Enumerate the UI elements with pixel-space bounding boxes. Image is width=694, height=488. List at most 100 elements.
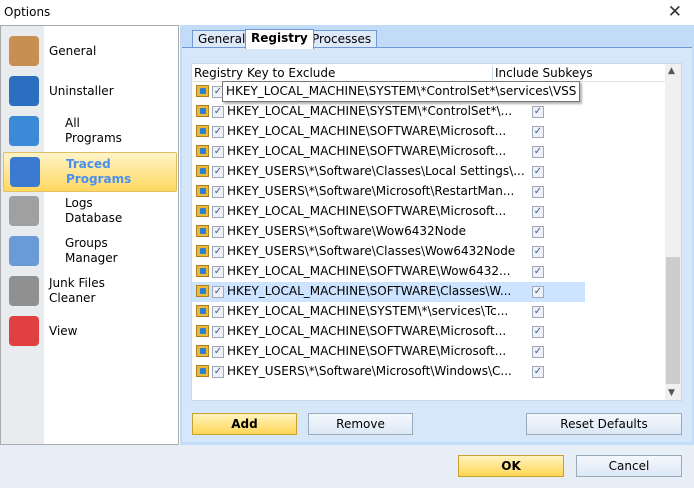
registry-key: HKEY_LOCAL_MACHINE\SYSTEM\*\services\Tc.… — [227, 304, 509, 318]
enable-checkbox[interactable]: ✓ — [212, 346, 224, 358]
registry-key: HKEY_LOCAL_MACHINE\SOFTWARE\Wow6432... — [227, 264, 511, 278]
sidebar-item-traced[interactable]: Traced Programs — [3, 152, 177, 192]
tab-general[interactable]: General — [192, 30, 252, 48]
sidebar-item-logs[interactable]: Logs Database — [3, 192, 177, 232]
registry-folder-icon — [196, 325, 209, 337]
registry-key: HKEY_LOCAL_MACHINE\SOFTWARE\Microsoft... — [227, 324, 507, 338]
include-subkeys-checkbox[interactable]: ✓ — [532, 306, 544, 318]
title-bar: Options ✕ — [0, 0, 694, 25]
include-subkeys-checkbox[interactable]: ✓ — [532, 346, 544, 358]
registry-key: HKEY_USERS\*\Software\Wow6432Node — [227, 224, 466, 238]
enable-checkbox[interactable]: ✓ — [212, 126, 224, 138]
cancel-button[interactable]: Cancel — [576, 455, 682, 477]
include-subkeys-checkbox[interactable]: ✓ — [532, 326, 544, 338]
registry-folder-icon — [196, 125, 209, 137]
vertical-scrollbar[interactable]: ▲ ▼ — [665, 64, 681, 400]
sidebar-item-general[interactable]: General — [3, 32, 177, 72]
table-row[interactable]: ✓ HKEY_USERS\*\Software\Classes\Local Set… — [192, 162, 666, 182]
enable-checkbox[interactable]: ✓ — [212, 186, 224, 198]
enable-checkbox[interactable]: ✓ — [212, 266, 224, 278]
table-row[interactable]: ✓HKEY_LOCAL_MACHINE\SYSTEM\*ControlSet*\… — [192, 102, 666, 122]
include-subkeys-checkbox[interactable]: ✓ — [532, 366, 544, 378]
registry-key: HKEY_USERS\*\Software\Microsoft\RestartM… — [227, 184, 515, 198]
table-row[interactable]: ✓ HKEY_LOCAL_MACHINE\SOFTWARE\Microsoft..… — [192, 342, 666, 362]
include-subkeys-checkbox[interactable]: ✓ — [532, 126, 544, 138]
include-subkeys-checkbox[interactable]: ✓ — [532, 246, 544, 258]
registry-folder-icon — [196, 285, 209, 297]
tab-registry[interactable]: Registry — [245, 29, 314, 49]
enable-checkbox[interactable]: ✓ — [212, 106, 224, 118]
database-icon — [9, 196, 39, 226]
registry-folder-icon — [196, 185, 209, 197]
enable-checkbox[interactable]: ✓ — [212, 306, 224, 318]
registry-exclude-list[interactable]: Registry Key to Exclude Include Subkeys … — [191, 63, 682, 401]
registry-folder-icon — [196, 205, 209, 217]
clipboard-check-icon — [9, 36, 39, 66]
scroll-up-icon[interactable]: ▲ — [668, 66, 675, 76]
registry-folder-icon — [196, 145, 209, 157]
include-subkeys-checkbox[interactable]: ✓ — [532, 106, 544, 118]
table-row[interactable]: ✓ HKEY_LOCAL_MACHINE\SOFTWARE\Microsoft..… — [192, 322, 666, 342]
table-row[interactable]: ✓ HKEY_LOCAL_MACHINE\SYSTEM\*\services\Tc… — [192, 302, 666, 322]
sidebar-item-view[interactable]: View — [3, 312, 177, 352]
ok-button[interactable]: OK — [458, 455, 564, 477]
sidebar-item-groups[interactable]: Groups Manager — [3, 232, 177, 272]
color-grid-gear-icon — [9, 316, 39, 346]
registry-folder-icon — [196, 365, 209, 377]
enable-checkbox[interactable]: ✓ — [212, 246, 224, 258]
reset-defaults-button[interactable]: Reset Defaults — [526, 413, 682, 435]
registry-key: HKEY_LOCAL_MACHINE\SYSTEM\*ControlSet*\.… — [227, 104, 513, 118]
table-row[interactable]: ✓ HKEY_USERS\*\Software\Microsoft\Windows… — [192, 362, 666, 382]
close-icon[interactable]: ✕ — [668, 2, 682, 22]
table-row[interactable]: ✓ HKEY_LOCAL_MACHINE\SOFTWARE\Wow6432... ✓ — [192, 262, 666, 282]
include-subkeys-checkbox[interactable]: ✓ — [532, 146, 544, 158]
sidebar-item-label: Uninstaller — [49, 84, 114, 98]
include-subkeys-checkbox[interactable]: ✓ — [532, 206, 544, 218]
enable-checkbox[interactable]: ✓ — [212, 146, 224, 158]
add-button[interactable]: Add — [192, 413, 297, 435]
vacuum-icon — [9, 276, 39, 306]
sidebar-item-label: Groups Manager — [65, 236, 118, 265]
table-row[interactable]: ✓ HKEY_USERS\*\Software\Classes\Wow6432No… — [192, 242, 666, 262]
table-row[interactable]: ✓ HKEY_LOCAL_MACHINE\SOFTWARE\Classes\W..… — [192, 282, 666, 302]
include-subkeys-checkbox[interactable]: ✓ — [532, 286, 544, 298]
sidebar-item-label: Logs Database — [65, 196, 123, 225]
sidebar-item-junk-files[interactable]: Junk Files Cleaner — [3, 272, 177, 312]
table-row[interactable]: ✓ HKEY_LOCAL_MACHINE\SOFTWARE\Microsoft..… — [192, 122, 666, 142]
table-row[interactable]: ✓ HKEY_LOCAL_MACHINE\SOFTWARE\Microsoft..… — [192, 142, 666, 162]
scroll-down-icon[interactable]: ▼ — [668, 388, 675, 398]
enable-checkbox[interactable]: ✓ — [212, 366, 224, 378]
include-subkeys-checkbox[interactable]: ✓ — [532, 266, 544, 278]
table-row[interactable]: ✓ HKEY_LOCAL_MACHINE\SOFTWARE\Microsoft..… — [192, 202, 666, 222]
include-subkeys-checkbox[interactable]: ✓ — [532, 226, 544, 238]
window-title: Options — [4, 5, 51, 19]
registry-key: HKEY_LOCAL_MACHINE\SOFTWARE\Microsoft... — [227, 124, 507, 138]
remove-button[interactable]: Remove — [308, 413, 413, 435]
registry-key: HKEY_LOCAL_MACHINE\SOFTWARE\Microsoft... — [227, 204, 507, 218]
registry-folder-icon — [196, 305, 209, 317]
include-subkeys-checkbox[interactable]: ✓ — [532, 166, 544, 178]
tab-processes[interactable]: Processes — [306, 30, 378, 48]
registry-folder-icon — [196, 165, 209, 177]
column-header-subkeys[interactable]: Include Subkeys — [492, 66, 593, 80]
enable-checkbox[interactable]: ✓ — [212, 206, 224, 218]
scrollbar-thumb[interactable] — [666, 257, 680, 384]
column-header-key[interactable]: Registry Key to Exclude — [194, 66, 335, 80]
enable-checkbox[interactable]: ✓ — [212, 286, 224, 298]
sidebar-item-label: Junk Files Cleaner — [49, 276, 105, 305]
include-subkeys-checkbox[interactable]: ✓ — [532, 186, 544, 198]
sidebar-item-label: Traced Programs — [66, 157, 132, 186]
registry-key: HKEY_LOCAL_MACHINE\SOFTWARE\Microsoft... — [227, 144, 507, 158]
enable-checkbox[interactable]: ✓ — [212, 166, 224, 178]
sidebar-item-label: View — [49, 324, 78, 338]
programs-box-icon — [9, 116, 39, 146]
sidebar-item-uninstaller[interactable]: Uninstaller — [3, 72, 177, 112]
registry-key: HKEY_USERS\*\Software\Microsoft\Windows\… — [227, 364, 512, 378]
registry-folder-icon — [196, 345, 209, 357]
enable-checkbox[interactable]: ✓ — [212, 226, 224, 238]
sidebar-item-label: All Programs — [65, 116, 122, 145]
table-row[interactable]: ✓ HKEY_USERS\*\Software\Microsoft\Restart… — [192, 182, 666, 202]
enable-checkbox[interactable]: ✓ — [212, 326, 224, 338]
table-row[interactable]: ✓ HKEY_USERS\*\Software\Wow6432Node ✓ — [192, 222, 666, 242]
sidebar-item-all[interactable]: All Programs — [3, 112, 177, 152]
